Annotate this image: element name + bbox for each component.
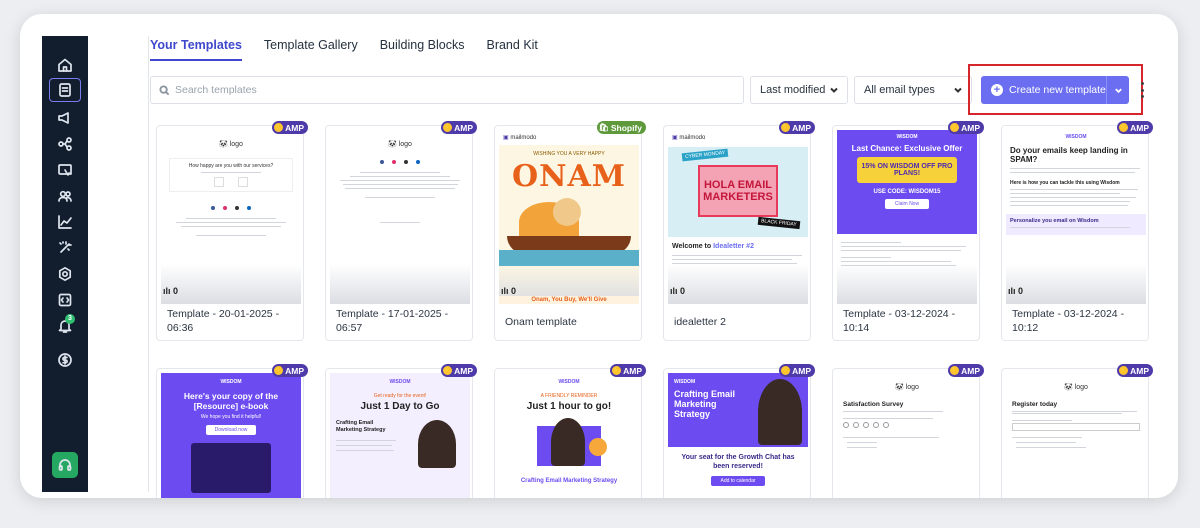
- email-type-dropdown[interactable]: All email types: [854, 76, 972, 104]
- tab-brand-kit[interactable]: Brand Kit: [486, 38, 537, 61]
- stats-counter: ılı 0: [1008, 286, 1024, 296]
- amp-badge: ⚡ AMP: [948, 121, 984, 134]
- stats-counter: ılı 0: [163, 286, 179, 296]
- amp-badge: ⚡ AMP: [1117, 121, 1153, 134]
- bolt-icon: ⚡: [950, 366, 960, 375]
- amp-badge: ⚡ AMP: [779, 121, 815, 134]
- analytics-icon[interactable]: [49, 210, 81, 234]
- template-preview: WISDOM Here's your copy of the [Resource…: [161, 373, 301, 498]
- template-preview: 🐼 logo Satisfaction Survey: [837, 373, 977, 498]
- amp-badge: ⚡ AMP: [441, 121, 477, 134]
- template-card[interactable]: ⚡ AMP WISDOM Crafting Email Marketing Str…: [663, 364, 815, 498]
- template-name: Template - 20-01-2025 - 06:36: [167, 308, 280, 334]
- more-options-icon[interactable]: [1141, 82, 1144, 98]
- template-preview: WISDOM Crafting Email Marketing Strategy…: [668, 373, 808, 498]
- shopping-bag-icon: 🛍: [598, 123, 609, 132]
- forms-icon[interactable]: [49, 158, 81, 182]
- sort-dropdown[interactable]: Last modified: [750, 76, 848, 104]
- amp-badge: ⚡ AMP: [610, 364, 646, 377]
- sidebar: 3: [42, 36, 88, 492]
- template-card[interactable]: ⚡ AMP WISDOM A FRIENDLY REMINDER Just 1 h…: [494, 364, 646, 498]
- shopify-badge: 🛍 Shopify: [596, 121, 646, 134]
- template-preview: 🐼 logo Register today: [1006, 373, 1146, 498]
- campaigns-icon[interactable]: [49, 106, 81, 130]
- panda-logo-icon: 🐼: [895, 384, 904, 391]
- tab-your-templates[interactable]: Your Templates: [150, 38, 242, 61]
- panda-logo-icon: 🐼: [1064, 384, 1073, 391]
- amp-badge: ⚡ AMP: [779, 364, 815, 377]
- panda-logo-icon: 🐼: [388, 141, 397, 148]
- journeys-icon[interactable]: [49, 132, 81, 156]
- template-name: Template - 03-12-2024 - 10:14: [843, 308, 956, 334]
- amp-badge: ⚡ AMP: [1117, 364, 1153, 377]
- bolt-icon: ⚡: [443, 366, 453, 375]
- bolt-icon: ⚡: [274, 123, 284, 132]
- template-preview: WISDOM Do your emails keep landing in SP…: [1006, 130, 1146, 304]
- bolt-icon: ⚡: [1119, 123, 1129, 132]
- template-preview: WISDOM A FRIENDLY REMINDER Just 1 hour t…: [499, 373, 639, 498]
- settings-icon[interactable]: [49, 262, 81, 286]
- bolt-icon: ⚡: [781, 123, 791, 132]
- template-card[interactable]: ⚡ AMP ▣ mailmodo CYBER MONDAY HOLA EMAIL …: [663, 121, 815, 341]
- chevron-down-icon: [954, 87, 962, 93]
- app-window: 3 Your Templates Template Gallery Buildi…: [20, 14, 1178, 498]
- template-preview: ▣ mailmodo WISHING YOU A VERY HAPPY ONAM…: [499, 130, 639, 304]
- template-tabs: Your Templates Template Gallery Building…: [150, 38, 538, 61]
- chevron-down-icon: [830, 87, 838, 93]
- amp-badge: ⚡ AMP: [948, 364, 984, 377]
- contacts-icon[interactable]: [49, 184, 81, 208]
- tab-template-gallery[interactable]: Template Gallery: [264, 38, 358, 61]
- template-name: Onam template: [505, 316, 577, 328]
- support-headset-icon[interactable]: [52, 452, 78, 478]
- thumbs-down-icon: [238, 177, 248, 187]
- template-card[interactable]: ⚡ AMP WISDOM Here's your copy of the [Res…: [156, 364, 308, 498]
- home-icon[interactable]: [49, 53, 81, 77]
- panda-logo-icon: 🐼: [219, 141, 228, 148]
- template-name: idealetter 2: [674, 316, 726, 328]
- template-preview: WISDOM Get ready for the event! Just 1 D…: [330, 373, 470, 498]
- templates-icon[interactable]: [49, 78, 81, 102]
- bolt-icon: ⚡: [781, 366, 791, 375]
- template-card[interactable]: ⚡ AMP 🐼 logo Satisfaction Survey: [832, 364, 984, 498]
- template-card[interactable]: ⚡ AMP 🐼 logo Template - 17-01-2025 - 06:5…: [325, 121, 477, 341]
- notifications-icon[interactable]: 3: [49, 314, 81, 338]
- template-preview: ▣ mailmodo CYBER MONDAY HOLA EMAIL MARKE…: [668, 130, 808, 304]
- search-box: [150, 76, 744, 104]
- notification-count-badge: 3: [65, 314, 75, 324]
- amp-badge: ⚡ AMP: [272, 121, 308, 134]
- template-name: Template - 03-12-2024 - 10:12: [1012, 308, 1125, 334]
- template-card[interactable]: 🛍 Shopify ▣ mailmodo WISHING YOU A VERY H…: [494, 121, 646, 341]
- billing-icon[interactable]: [49, 348, 81, 372]
- search-input[interactable]: [175, 84, 715, 96]
- template-name: Template - 17-01-2025 - 06:57: [336, 308, 449, 334]
- email-type-dropdown-value: All email types: [864, 84, 935, 96]
- sort-dropdown-value: Last modified: [760, 84, 826, 96]
- template-card[interactable]: ⚡ AMP WISDOM Do your emails keep landing …: [1001, 121, 1153, 341]
- content-divider: [148, 36, 149, 492]
- bolt-icon: ⚡: [443, 123, 453, 132]
- bolt-icon: ⚡: [950, 123, 960, 132]
- amp-badge: ⚡ AMP: [272, 364, 308, 377]
- template-card[interactable]: ⚡ AMP WISDOM Last Chance: Exclusive Offer…: [832, 121, 984, 341]
- bolt-icon: ⚡: [612, 366, 622, 375]
- search-icon: [159, 84, 170, 95]
- template-preview: 🐼 logo: [330, 130, 470, 304]
- bolt-icon: ⚡: [274, 366, 284, 375]
- stats-counter: ılı 0: [501, 286, 517, 296]
- stats-counter: ılı 0: [670, 286, 686, 296]
- template-card[interactable]: ⚡ AMP 🐼 logo Register today: [1001, 364, 1153, 498]
- template-preview: WISDOM Last Chance: Exclusive Offer 15% …: [837, 130, 977, 304]
- template-preview: 🐼 logo How happy are you with our servic…: [161, 130, 301, 304]
- template-card[interactable]: ⚡ AMP WISDOM Get ready for the event! Jus…: [325, 364, 477, 498]
- thumbs-up-icon: [214, 177, 224, 187]
- highlight-annotation-box: [968, 64, 1143, 115]
- bolt-icon: ⚡: [1119, 366, 1129, 375]
- integrations-icon[interactable]: [49, 288, 81, 312]
- ai-sparkle-icon[interactable]: [49, 236, 81, 260]
- tab-building-blocks[interactable]: Building Blocks: [380, 38, 465, 61]
- template-card[interactable]: ⚡ AMP 🐼 logo How happy are you with our s…: [156, 121, 308, 341]
- amp-badge: ⚡ AMP: [441, 364, 477, 377]
